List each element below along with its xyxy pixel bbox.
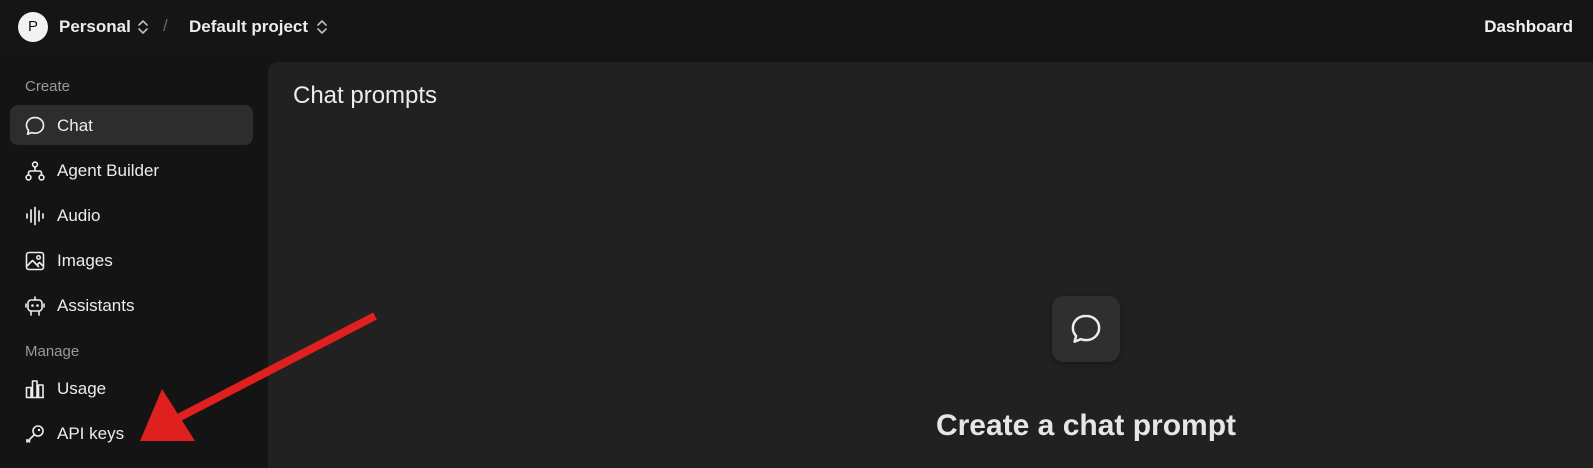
sidebar-item-label: Assistants (57, 296, 135, 315)
avatar[interactable]: P (18, 12, 48, 42)
sidebar-item-label: Agent Builder (57, 161, 160, 180)
breadcrumb-separator: / (163, 16, 168, 35)
chevron-updown-icon[interactable] (137, 18, 149, 36)
audio-waveform-icon (26, 206, 44, 226)
sidebar-item-agent-builder[interactable]: Agent Builder (10, 150, 253, 190)
sidebar-item-images[interactable]: Images (10, 240, 253, 280)
sidebar-item-label: API keys (57, 424, 125, 443)
sidebar-item-audio[interactable]: Audio (10, 195, 253, 235)
dashboard-link[interactable]: Dashboard (1484, 17, 1573, 37)
agent-builder-icon (25, 161, 45, 181)
sidebar-item-usage[interactable]: Usage (10, 368, 253, 408)
sidebar-item-chat[interactable]: Chat (10, 105, 253, 145)
sidebar-item-assistants[interactable]: Assistants (10, 285, 253, 325)
sidebar-item-label: Images (57, 251, 113, 270)
project-switcher[interactable]: Default project (189, 17, 308, 37)
top-bar: P Personal / Default project Dashboard (0, 0, 1593, 54)
section-heading-create: Create (25, 78, 71, 95)
sidebar-item-label: Chat (57, 116, 93, 135)
page-title: Chat prompts (293, 82, 438, 109)
org-switcher[interactable]: Personal (59, 17, 131, 37)
key-icon (26, 425, 44, 443)
robot-icon (25, 296, 45, 316)
chat-bubble-icon (25, 116, 45, 136)
sidebar-item-label: Usage (57, 379, 107, 398)
empty-state-icon-box (1052, 296, 1120, 362)
chat-bubble-icon (1071, 314, 1101, 343)
main-panel: Chat prompts Create a chat prompt (268, 62, 1593, 468)
chevron-updown-icon[interactable] (316, 18, 328, 36)
bar-chart-icon (25, 380, 44, 399)
sidebar-item-label: Audio (57, 206, 101, 225)
section-heading-manage: Manage (25, 343, 80, 360)
sidebar: Create Chat Agent Builder Audio Images A… (0, 54, 265, 468)
sidebar-item-api-keys[interactable]: API keys (10, 413, 253, 453)
image-icon (25, 251, 45, 271)
empty-state-heading: Create a chat prompt (935, 409, 1237, 442)
